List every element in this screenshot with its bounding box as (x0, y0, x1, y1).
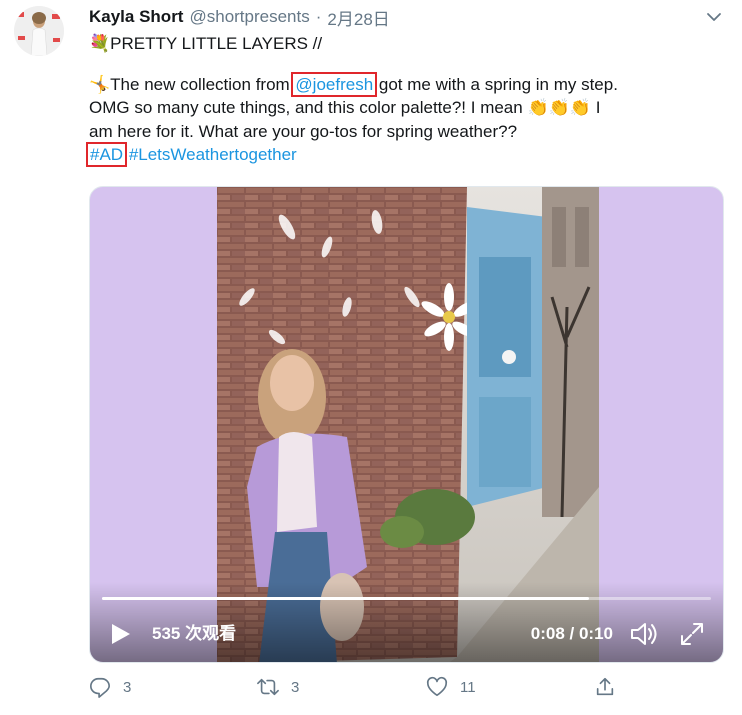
hashtag-ad[interactable]: #AD (85, 142, 128, 167)
reply-icon (90, 677, 110, 698)
cartwheel-emoji: 🤸 (89, 74, 111, 94)
video-controls: 535 次观看 0:08 / 0:10 (90, 582, 723, 662)
tweet-line-3: OMG so many cute things, and this color … (89, 96, 729, 120)
fullscreen-icon[interactable] (679, 621, 705, 647)
tweet-text: 💐PRETTY LITTLE LAYERS // 🤸The new collec… (85, 32, 729, 167)
tweet-date[interactable]: 2月28日 (327, 5, 389, 30)
display-name[interactable]: Kayla Short (89, 7, 183, 27)
tweet: Kayla Short @shortpresents · 2月28日 💐PRET… (0, 0, 742, 715)
video-timecode: 0:08 / 0:10 (530, 624, 613, 643)
user-handle[interactable]: @shortpresents (189, 7, 309, 27)
volume-icon[interactable] (629, 620, 659, 648)
tweet-header: Kayla Short @shortpresents · 2月28日 (89, 5, 390, 30)
share-button[interactable] (594, 676, 628, 698)
retweet-button[interactable]: 3 (257, 676, 299, 698)
reply-count: 3 (123, 678, 132, 696)
bouquet-emoji: 💐 (89, 34, 111, 53)
mention-joefresh[interactable]: @joefresh (291, 71, 378, 97)
tweet-line-2-post: got me with a spring in my step. (374, 74, 618, 94)
retweet-icon (257, 678, 279, 696)
like-button[interactable]: 11 (426, 676, 476, 698)
tweet-line-1: 💐PRETTY LITTLE LAYERS // (89, 32, 729, 56)
like-count: 11 (460, 678, 476, 696)
hashtag-letsweathertogether[interactable]: #LetsWeathertogether (129, 145, 297, 164)
tweet-actions: 3 3 11 (89, 676, 729, 704)
share-icon (596, 677, 614, 696)
tweet-line-2: 🤸The new collection from @joefresh got m… (89, 71, 729, 97)
play-icon[interactable] (110, 622, 132, 646)
heart-icon (426, 676, 448, 697)
tweet-hashtags: #AD #LetsWeathertogether (85, 142, 729, 167)
video-progress-bar[interactable] (102, 597, 711, 600)
video-player[interactable]: 535 次观看 0:08 / 0:10 (89, 186, 724, 663)
reply-button[interactable]: 3 (89, 676, 131, 698)
tweet-line-3-post: I (590, 98, 601, 117)
chevron-down-icon[interactable] (705, 8, 723, 26)
tweet-line-3-pre: OMG so many cute things, and this color … (89, 98, 528, 117)
clapping-emoji: 👏👏👏 (527, 98, 591, 117)
tweet-line-1-text: PRETTY LITTLE LAYERS // (110, 34, 323, 53)
view-count: 535 次观看 (152, 624, 237, 643)
tweet-line-4: am here for it. What are your go-tos for… (89, 121, 518, 141)
video-progress-fill (102, 597, 590, 600)
retweet-count: 3 (291, 678, 300, 696)
tweet-line-2-pre: The new collection from (110, 74, 295, 94)
avatar[interactable] (14, 6, 64, 56)
separator-dot: · (315, 7, 322, 26)
